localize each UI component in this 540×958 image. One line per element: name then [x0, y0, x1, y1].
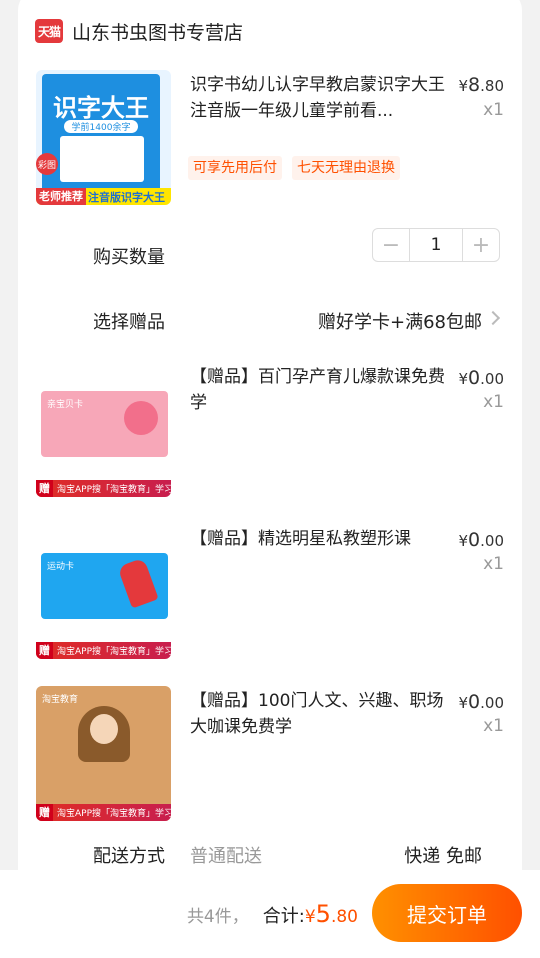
shop-name[interactable]: 山东书虫图书专营店	[72, 18, 243, 45]
total-price: ¥5.80	[304, 900, 358, 928]
book-cover-title: 识字大王	[53, 94, 149, 122]
gift-price: ¥0.00	[458, 529, 505, 551]
pay-later-tag: 可享先用后付	[188, 156, 282, 180]
decrease-button[interactable]: −	[373, 229, 409, 261]
gift-tag-bar: 赠品课淘宝APP搜「淘宝教育」学习	[36, 642, 171, 659]
shop-header[interactable]: 天猫 山东书虫图书专营店	[35, 16, 243, 46]
delivery-value[interactable]: 快递 免邮	[404, 842, 482, 868]
gift-qty: x1	[483, 554, 504, 574]
gift-thumbnail[interactable]: 运动卡 赠品课淘宝APP搜「淘宝教育」学习	[36, 524, 171, 659]
return-policy-tag: 七天无理由退换	[292, 156, 400, 180]
gift-select-value[interactable]: 赠好学卡+满68包邮	[318, 308, 482, 334]
book-cover-footer: 老师推荐 注音版识字大王	[36, 188, 171, 205]
gift-thumbnail[interactable]: 亲宝贝卡 赠品课淘宝APP搜「淘宝教育」学习	[36, 362, 171, 497]
gift-card-title: 运动卡	[47, 562, 75, 572]
total-label: 合计:	[262, 906, 305, 927]
gift-price: ¥0.00	[458, 367, 505, 389]
order-card: 天猫 山东书虫图书专营店 识字大王 学前1400余字 彩图 老师推荐 注音版识字…	[18, 0, 522, 890]
quantity-stepper[interactable]: − 1 +	[372, 228, 500, 262]
gift-title[interactable]: 【赠品】精选明星私教塑形课	[190, 526, 445, 552]
item-count: 共4件，	[186, 907, 249, 927]
book-cover-grid	[60, 136, 144, 182]
increase-button[interactable]: +	[463, 229, 499, 261]
gift-select-label: 选择赠品	[93, 312, 165, 333]
quantity-value[interactable]: 1	[409, 229, 463, 261]
book-cover: 识字大王 学前1400余字	[42, 74, 160, 192]
submit-order-button[interactable]: 提交订单	[372, 884, 522, 942]
delivery-mode: 普通配送	[190, 846, 262, 867]
gift-card-illustration	[117, 557, 159, 609]
gift-title[interactable]: 【赠品】100门人文、兴趣、职场大咖课免费学	[190, 688, 445, 740]
gift-price: ¥0.00	[458, 691, 505, 713]
gift-card-illustration	[124, 401, 158, 435]
delivery-label: 配送方式	[93, 846, 165, 867]
quantity-label: 购买数量	[93, 247, 165, 268]
chevron-right-icon[interactable]	[485, 310, 501, 326]
product-title[interactable]: 识字书幼儿认字早教启蒙识字大王注音版一年级儿童学前看...	[190, 72, 445, 124]
gift-title[interactable]: 【赠品】百门孕产育儿爆款课免费学	[190, 364, 445, 416]
gift-card-face	[90, 714, 118, 744]
product-thumbnail[interactable]: 识字大王 学前1400余字 彩图 老师推荐 注音版识字大王	[36, 70, 171, 205]
gift-tag-bar: 赠品课淘宝APP搜「淘宝教育」学习	[36, 804, 171, 821]
gift-thumbnail[interactable]: 淘宝教育 赠品课淘宝APP搜「淘宝教育」学习	[36, 686, 171, 821]
gift-qty: x1	[483, 716, 504, 736]
color-badge: 彩图	[36, 153, 58, 175]
tmall-icon: 天猫	[35, 19, 63, 43]
book-cover-subtitle: 学前1400余字	[64, 120, 138, 133]
book-edition-label: 注音版识字大王	[88, 190, 165, 204]
order-summary: 共4件， 合计: ¥5.80	[187, 900, 358, 928]
gift-card: 运动卡	[41, 553, 168, 619]
gift-card-title: 亲宝贝卡	[47, 400, 84, 410]
gift-tag-bar: 赠品课淘宝APP搜「淘宝教育」学习	[36, 480, 171, 497]
product-price: ¥8.80	[458, 74, 505, 96]
gift-card-title: 淘宝教育	[42, 695, 79, 705]
teacher-recommend-label: 老师推荐	[36, 188, 86, 205]
checkout-bar: 共4件， 合计: ¥5.80 提交订单	[0, 870, 540, 958]
product-qty: x1	[483, 100, 504, 120]
gift-qty: x1	[483, 392, 504, 412]
gift-card: 亲宝贝卡	[41, 391, 168, 457]
